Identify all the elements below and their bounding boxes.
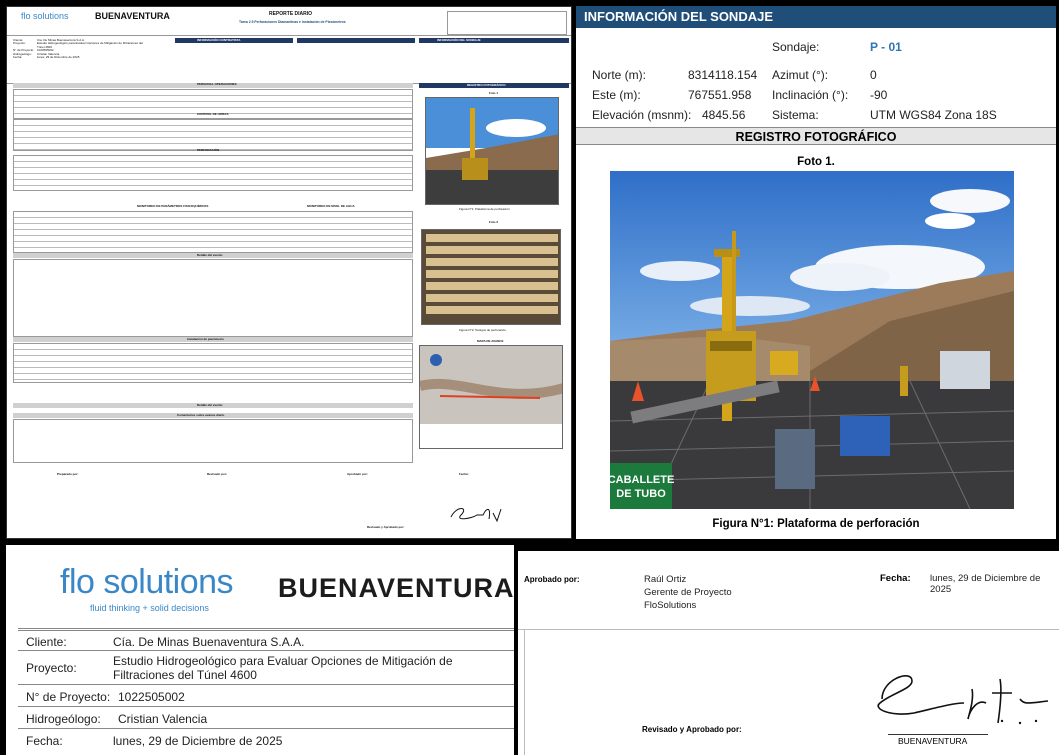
firma-empresa: BUENAVENTURA: [898, 736, 968, 746]
mini-photo-cores: [421, 229, 561, 325]
este-label: Este (m):: [592, 88, 641, 102]
sistema-value: UTM WGS84 Zona 18S: [870, 108, 997, 122]
registro-header: REGISTRO FOTOGRÁFICO: [576, 127, 1056, 145]
mini-instalacion-table: [13, 343, 413, 383]
sondaje-label: Sondaje:: [772, 40, 820, 54]
inclinacion-value: -90: [870, 88, 888, 102]
mini-bvn-logo: BUENAVENTURA: [95, 11, 170, 21]
elevacion-value: 4845.56: [702, 108, 746, 122]
bvn-logo: BUENAVENTURA: [278, 573, 514, 603]
cliente-row: Cliente: Cía. De Minas Buenaventura S.A.…: [18, 630, 514, 650]
azimut-label: Azimut (°):: [772, 68, 829, 82]
mini-report-title: REPORTE DIARIO: [269, 11, 313, 17]
mini-signature: [450, 508, 502, 523]
hidrogeologo-row: Hidrogeólogo: Cristian Valencia: [18, 706, 514, 728]
nproyecto-row: N° de Proyecto: 1022505002: [18, 684, 514, 706]
sondaje-panel: INFORMACIÓN DEL SONDAJE Sondaje: P - 01 …: [576, 6, 1056, 539]
logo-bar: flo solutions fluid thinking + solid dec…: [18, 551, 514, 629]
norte-value: 8314118.154: [688, 68, 758, 82]
mini-flo-logo: flo solutions: [21, 11, 69, 21]
figura-caption: Figura N°1: Plataforma de perforación: [712, 518, 920, 530]
sondaje-value: P - 01: [870, 40, 902, 54]
mini-code-box: [447, 11, 567, 35]
mini-perforacion-table: [13, 155, 413, 191]
fecha-row: Fecha: lunes, 29 de Diciembre de 2025: [18, 728, 514, 755]
norte-label: Norte (m):: [592, 68, 646, 82]
revisado-label: Revisado y Aprobado por:: [642, 725, 742, 734]
mini-map: [419, 345, 563, 449]
aprobado-label: Aprobado por:: [524, 575, 580, 584]
foto-label: Foto 1.: [797, 156, 835, 168]
approval-panel: Aprobado por: Raúl Ortiz Gerente de Proy…: [518, 551, 1059, 755]
client-panel: flo solutions fluid thinking + solid dec…: [6, 545, 514, 755]
svg-text:DE TUBO: DE TUBO: [616, 488, 666, 500]
mini-comentarios-box: [13, 419, 413, 463]
azimut-value: 0: [870, 68, 877, 82]
fecha-label: Fecha:: [880, 573, 911, 584]
elevacion-label: Elevación (msnm):: [592, 108, 692, 122]
sondaje-title: INFORMACIÓN DEL SONDAJE: [576, 6, 1056, 28]
aprobado-info: Raúl Ortiz Gerente de Proyecto FloSoluti…: [644, 574, 732, 611]
flo-tagline: fluid thinking + solid decisions: [90, 603, 209, 613]
signature: [877, 675, 1049, 725]
mini-client-info: Cliente: Proyecto: N° de Proyecto: Hidrogeó…: [13, 38, 35, 60]
flo-logo: flo solutions: [60, 563, 234, 601]
mini-photo-platform: [425, 97, 559, 205]
inclinacion-label: Inclinación (°):: [772, 88, 849, 102]
mini-report-subtitle: Tarea 2.5 Perforaciones Diamantinas e In…: [239, 20, 346, 24]
platform-photo: CABALLETE DE TUBO: [610, 171, 1014, 509]
report-thumbnail: flo solutions BUENAVENTURA REPORTE DIARI…: [6, 6, 572, 539]
mini-detalle-box: [13, 259, 413, 337]
fecha-value: lunes, 29 de Diciembre de 2025: [930, 573, 1041, 595]
mini-control-table: [13, 119, 413, 151]
sistema-label: Sistema:: [772, 108, 819, 122]
proyecto-row: Proyecto: Estudio Hidrogeológico para Ev…: [18, 650, 514, 684]
sign-text: CABALLETE: [610, 474, 674, 486]
este-value: 767551.958: [688, 88, 752, 102]
mini-monitoreo-table: [13, 211, 413, 253]
